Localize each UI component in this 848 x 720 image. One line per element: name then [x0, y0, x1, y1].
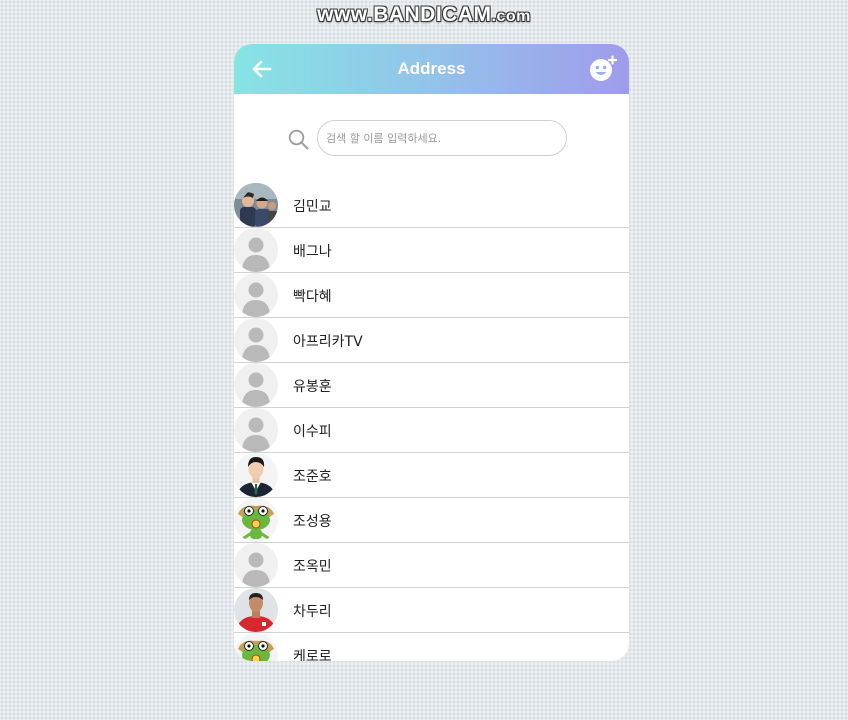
contact-name: 빡다혜: [293, 289, 332, 305]
default-person-avatar: [234, 543, 278, 587]
default-person-avatar: [234, 363, 278, 407]
suit-photo-avatar: [234, 453, 278, 497]
contact-name: 김민교: [293, 199, 332, 215]
contact-list: 김민교 배그나 빡다혜 아프리카TV 유봉훈 이수피 조준호 조성용 조옥민 차…: [234, 183, 629, 661]
contact-row[interactable]: 조옥민: [234, 543, 629, 588]
contact-name: 조성용: [293, 514, 332, 530]
contact-row[interactable]: 김민교: [234, 183, 629, 228]
address-book-screen: Address 검색 할 이름 입력하세요. 김민교 배그나 빡다혜 아프리카T…: [234, 44, 629, 661]
contact-row[interactable]: 이수피: [234, 408, 629, 453]
bandicam-watermark: www.BANDICAM.com: [0, 3, 848, 27]
contact-row[interactable]: 차두리: [234, 588, 629, 633]
frog-character-avatar: [234, 498, 278, 542]
contact-name: 케로로: [293, 649, 332, 661]
search-input[interactable]: [317, 120, 567, 156]
contact-row[interactable]: 조준호: [234, 453, 629, 498]
contact-name: 조옥민: [293, 559, 332, 575]
default-person-avatar: [234, 318, 278, 362]
contact-name: 조준호: [293, 469, 332, 485]
page-title: Address: [397, 59, 466, 78]
search-icon[interactable]: [288, 129, 309, 150]
add-contact-button[interactable]: [589, 55, 618, 83]
contact-row[interactable]: 케로로: [234, 633, 629, 661]
red-jersey-photo-avatar: [234, 588, 278, 632]
contact-row[interactable]: 빡다혜: [234, 273, 629, 318]
contact-name: 배그나: [293, 244, 332, 260]
watermark-brand: BANDICAM: [373, 3, 492, 26]
contact-name: 유봉훈: [293, 379, 332, 395]
contact-name: 이수피: [293, 424, 332, 440]
watermark-suffix: .com: [491, 8, 531, 25]
default-person-avatar: [234, 228, 278, 272]
contact-row[interactable]: 아프리카TV: [234, 318, 629, 363]
contact-row[interactable]: 조성용: [234, 498, 629, 543]
search-bar: [288, 120, 578, 158]
contact-row[interactable]: 유봉훈: [234, 363, 629, 408]
frog-character-avatar: [234, 633, 278, 661]
contact-name: 아프리카TV: [293, 334, 363, 350]
group-photo-avatar: [234, 183, 278, 227]
watermark-prefix: www.: [317, 3, 374, 26]
contact-row[interactable]: 배그나: [234, 228, 629, 273]
header-bar: Address: [234, 44, 629, 94]
contact-name: 차두리: [293, 604, 332, 620]
smiley-plus-icon: [590, 55, 618, 81]
default-person-avatar: [234, 408, 278, 452]
default-person-avatar: [234, 273, 278, 317]
